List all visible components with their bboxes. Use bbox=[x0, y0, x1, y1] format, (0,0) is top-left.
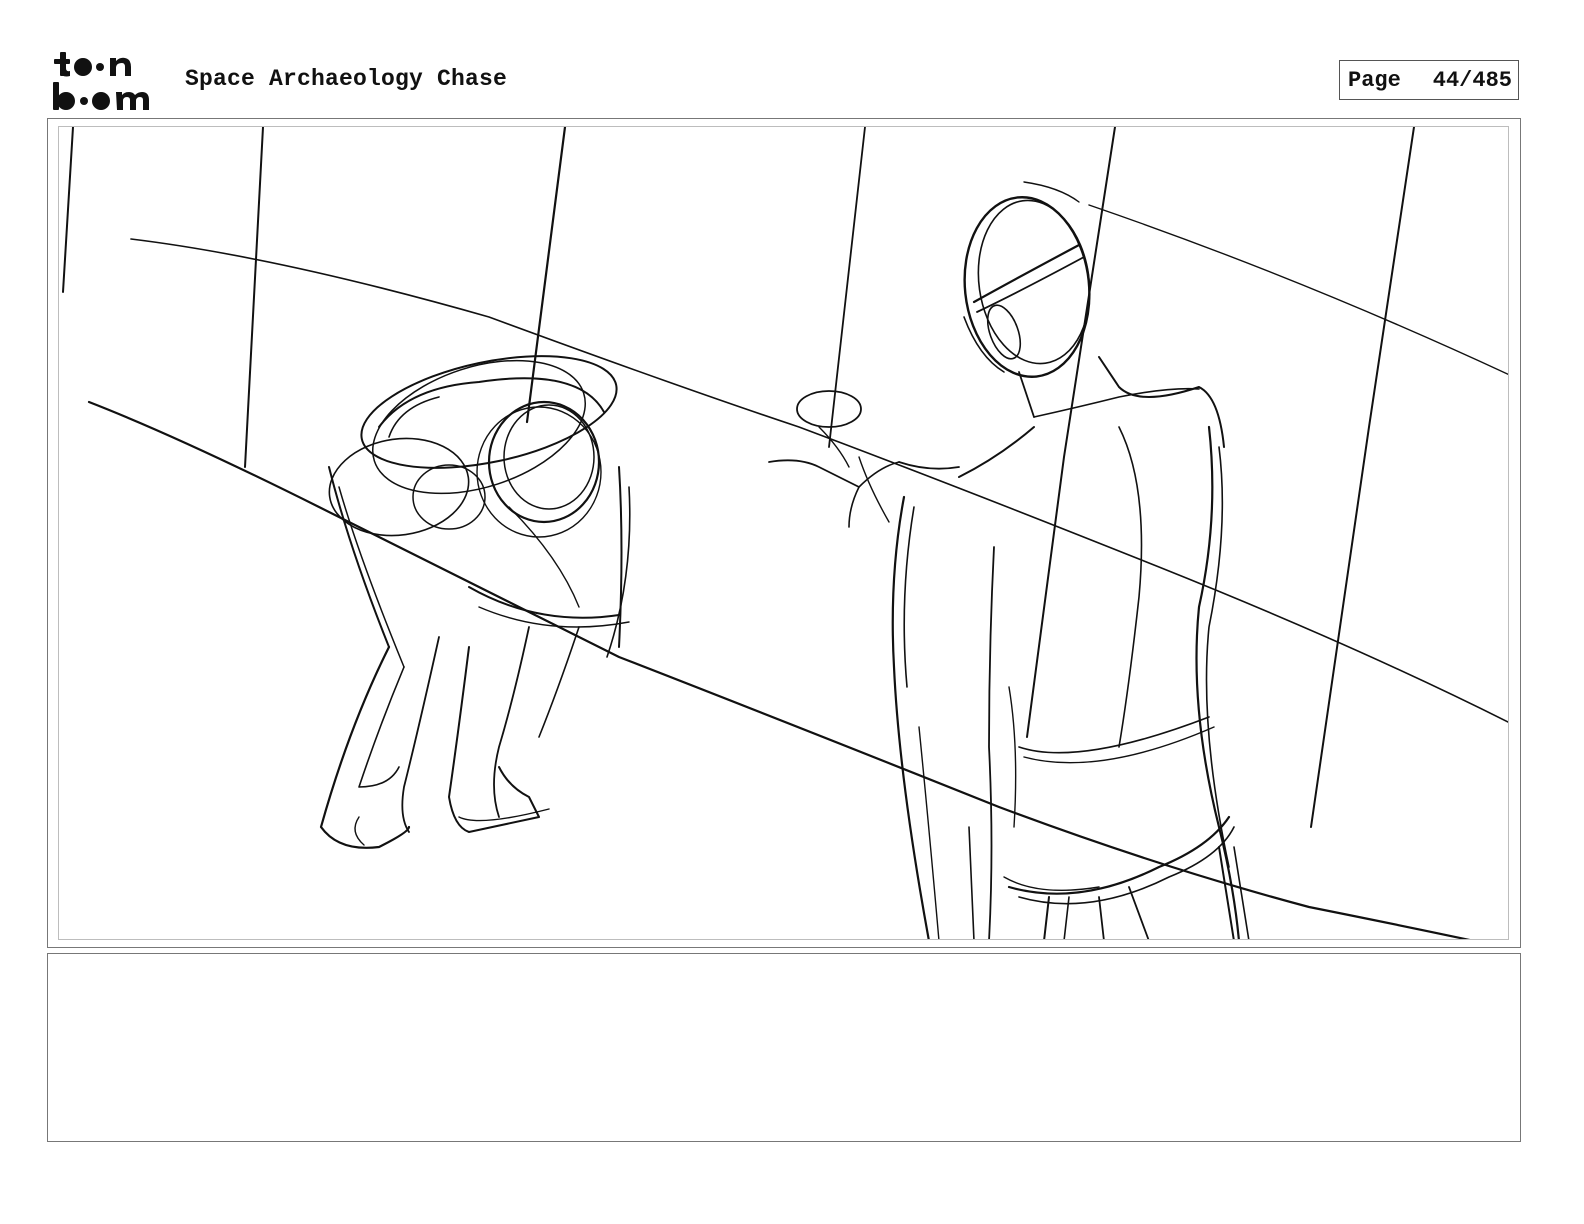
page-indicator: Page 44/485 bbox=[1339, 60, 1519, 100]
page-label: Page bbox=[1348, 67, 1401, 93]
panel-drawing-area[interactable] bbox=[58, 126, 1509, 940]
toon-boom-logo-icon bbox=[53, 52, 149, 110]
panel-notes-box[interactable] bbox=[47, 953, 1521, 1142]
toon-boom-logo bbox=[50, 50, 164, 112]
page-number: 44/485 bbox=[1432, 67, 1512, 93]
storyboard-sketch-icon bbox=[62, 127, 1508, 939]
project-title: Space Archaeology Chase bbox=[185, 66, 508, 92]
storyboard-panel[interactable] bbox=[47, 118, 1521, 948]
